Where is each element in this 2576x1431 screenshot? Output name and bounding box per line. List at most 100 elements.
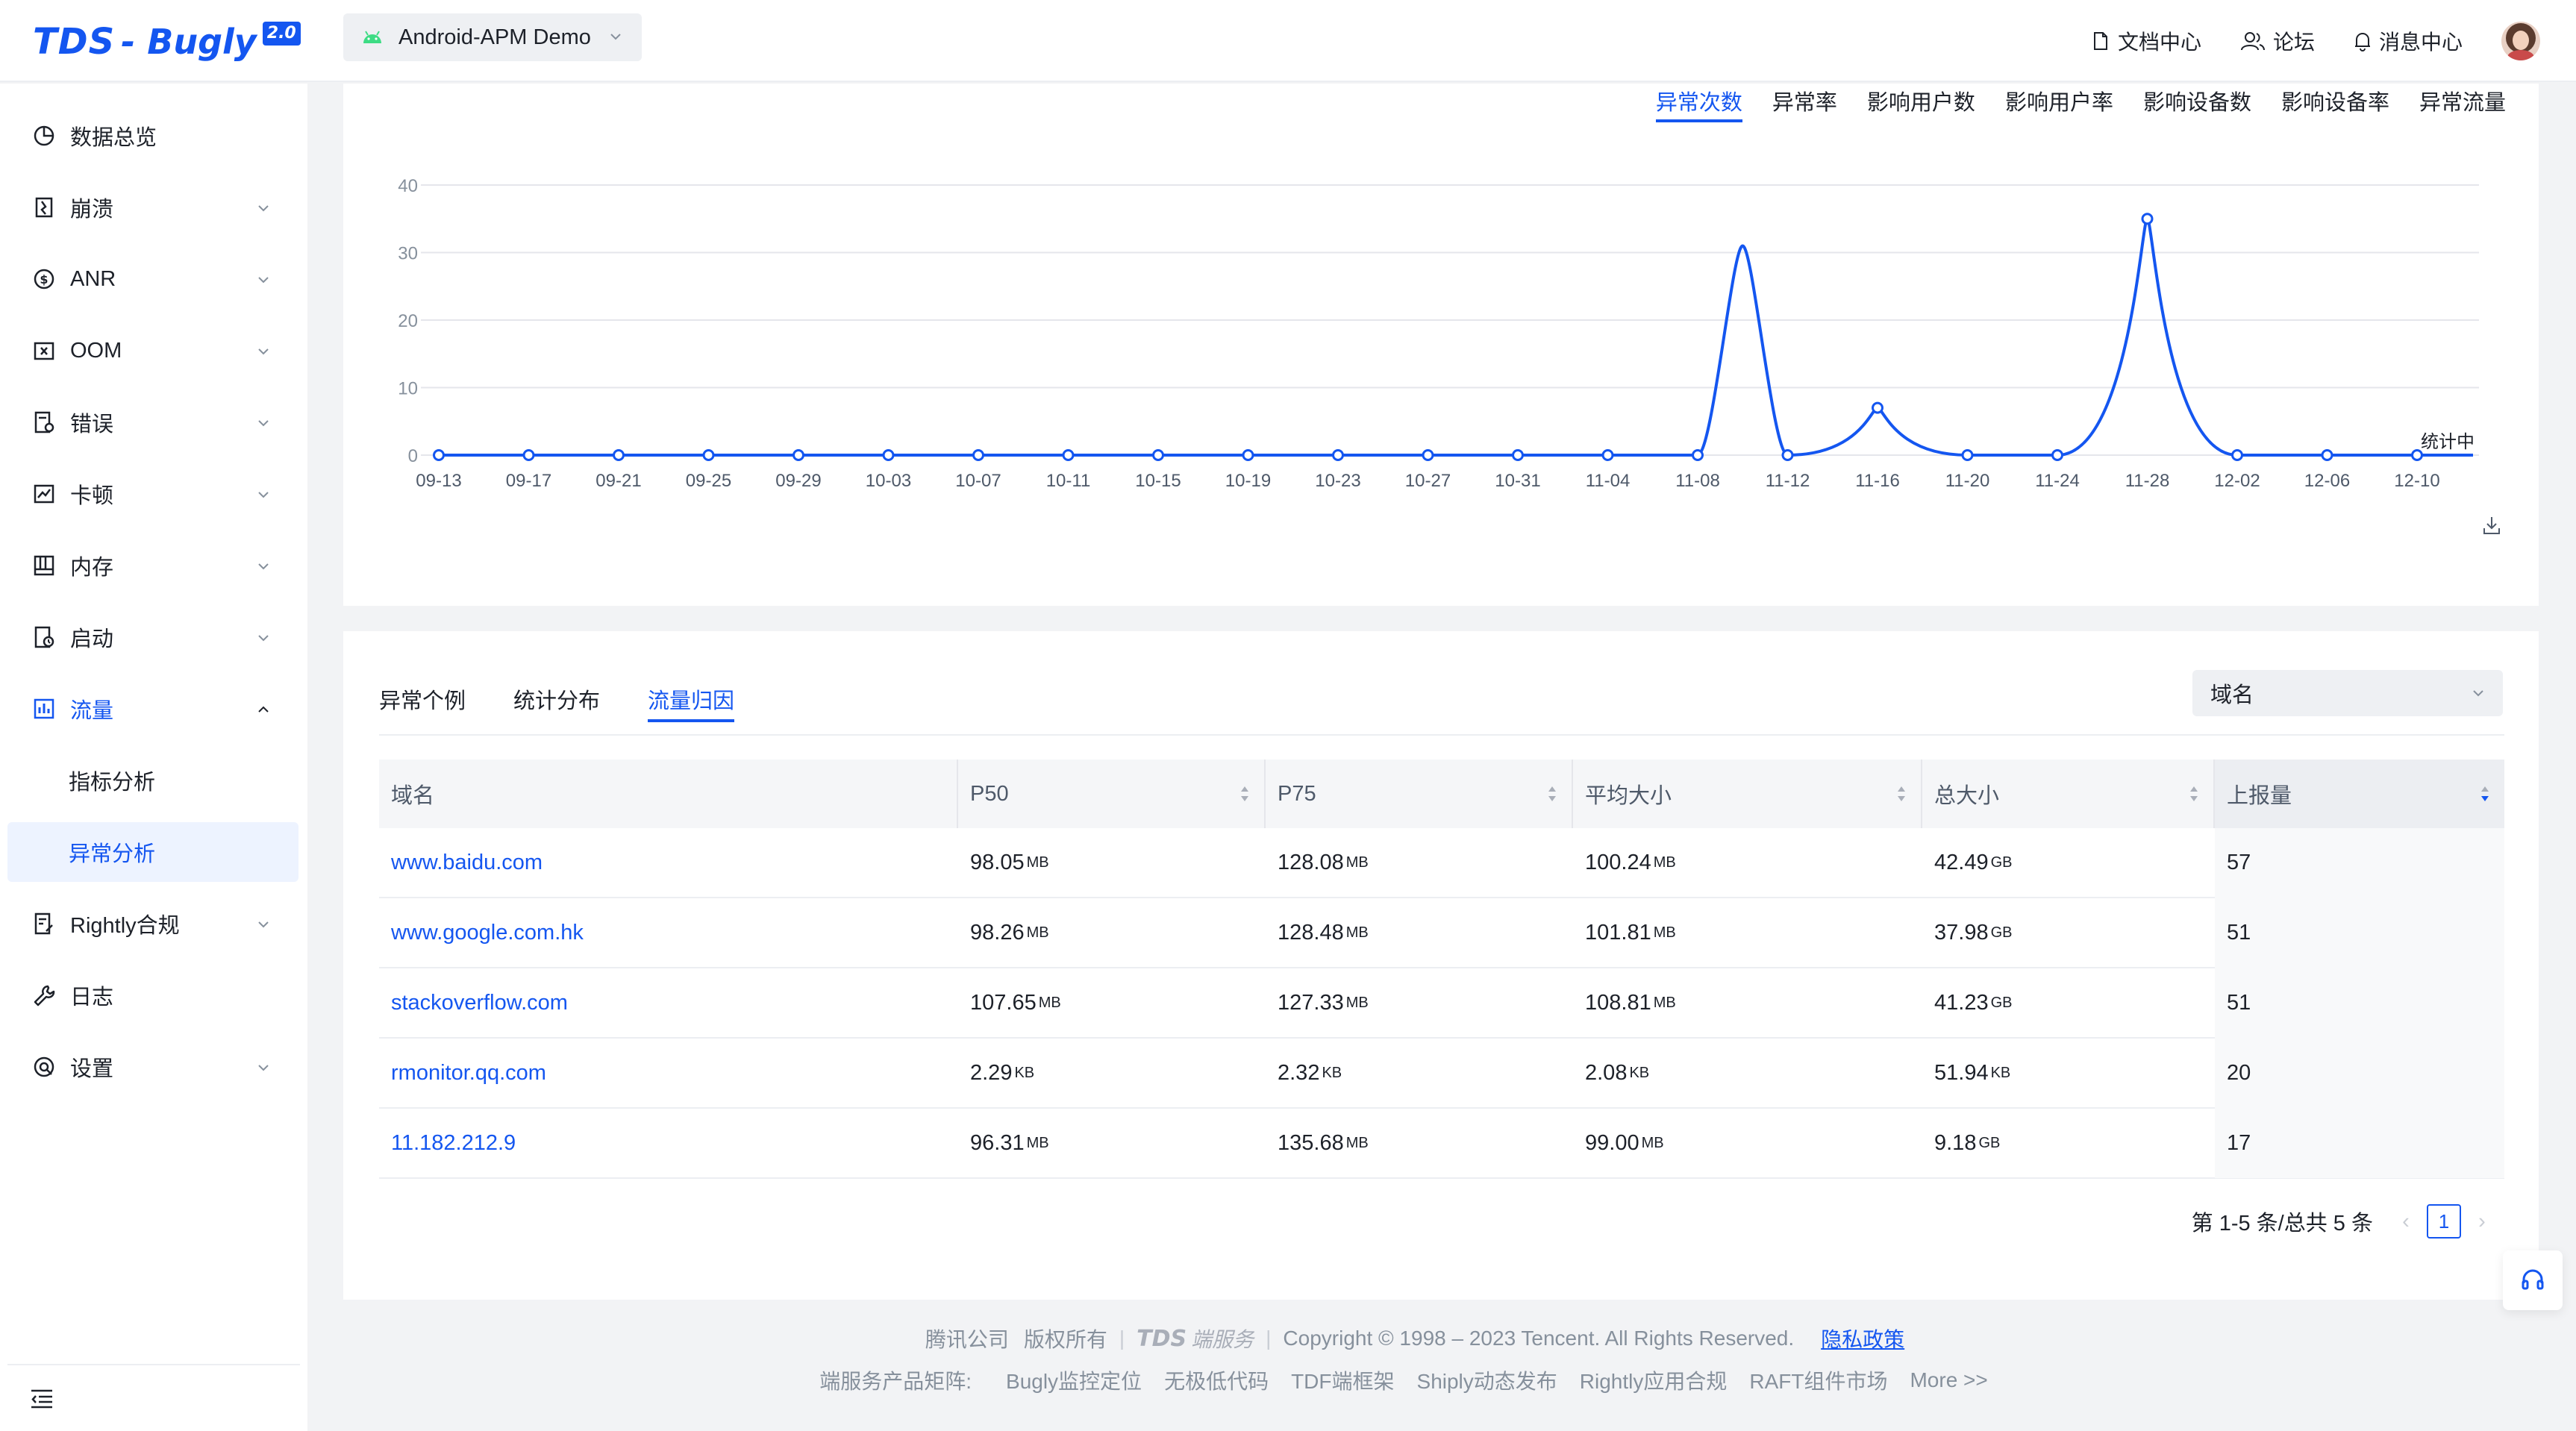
sidebar-item-label: 设置 <box>70 1057 114 1081</box>
table-row[interactable]: stackoverflow.com 107.65 MB 127.33 MB 108.81 M… <box>379 968 2504 1039</box>
cell-p75-unit: MB <box>1345 924 1369 941</box>
column-header-p75[interactable]: P75 <box>1266 760 1573 828</box>
footer-matrix-label: 端服务产品矩阵: <box>819 1370 972 1393</box>
page-button-1[interactable]: 1 <box>2427 1204 2461 1239</box>
column-header-avg-size[interactable]: 平均大小 <box>1573 760 1922 828</box>
support-button[interactable] <box>2503 1250 2563 1310</box>
footer-more-link[interactable]: More >> <box>1910 1368 1987 1392</box>
cell-total-size-unit: GB <box>1990 854 2013 871</box>
docs-link[interactable]: 文档中心 <box>2091 26 2201 56</box>
sidebar-item-overview[interactable]: 数据总览 <box>0 106 307 166</box>
logo[interactable]: TDS - Bugly 2.0 <box>33 19 301 64</box>
tab-cases[interactable]: 异常个例 <box>379 683 466 722</box>
cell-report-count: 51 <box>2215 968 2504 1038</box>
error-icon <box>34 411 54 433</box>
cell-avg-size: 2.08 KB <box>1573 1038 1922 1108</box>
chevron-down-icon <box>258 277 269 284</box>
footer-product-link[interactable]: TDF端框架 <box>1291 1365 1394 1395</box>
sort-icon <box>1548 786 1556 801</box>
footer-product-link[interactable]: Shiply动态发布 <box>1417 1365 1557 1395</box>
messages-link[interactable]: 消息中心 <box>2354 26 2463 56</box>
cell-domain-value: stackoverflow.com <box>391 990 568 1015</box>
docs-link-label: 文档中心 <box>2117 31 2201 54</box>
chevron-down-icon <box>258 348 269 355</box>
cell-p50: 107.65 MB <box>958 968 1266 1038</box>
footer-product-link[interactable]: RAFT组件市场 <box>1749 1365 1887 1395</box>
tab-attribution[interactable]: 流量归因 <box>648 683 735 722</box>
y-tick-label: 30 <box>398 244 418 264</box>
cell-p75-value: 2.32 <box>1278 1060 1320 1085</box>
cell-total-size-unit: KB <box>1990 1064 2011 1081</box>
cell-domain[interactable]: www.baidu.com <box>379 827 958 898</box>
table-row[interactable]: 11.182.212.9 96.31 MB 135.68 MB 99.00 MB 9.18 GB… <box>379 1108 2504 1179</box>
footer-product-link[interactable]: Rightly应用合规 <box>1580 1365 1728 1395</box>
cell-domain[interactable]: www.google.com.hk <box>379 898 958 968</box>
app-selector[interactable]: Android-APM Demo <box>343 13 642 61</box>
top-bar: TDS - Bugly 2.0 Android-APM Demo 文档中心 论坛… <box>0 0 2576 82</box>
dimension-select[interactable]: 域名 <box>2192 670 2503 716</box>
footer-product-link[interactable]: 无极低代码 <box>1164 1365 1269 1395</box>
cell-report-count: 17 <box>2215 1108 2504 1178</box>
sidebar-item-launch[interactable]: 启动 <box>0 607 307 667</box>
sidebar-item-traffic[interactable]: 流量 <box>0 679 307 739</box>
sidebar-subitem-anomaly[interactable]: 异常分析 <box>7 822 298 882</box>
memory-icon <box>34 555 54 576</box>
x-tick-label: 10-07 <box>955 471 1001 491</box>
column-header-report-count[interactable]: 上报量 <box>2215 760 2504 828</box>
chevron-down-icon <box>258 1065 269 1071</box>
data-point <box>1512 449 1524 461</box>
column-header-total-size[interactable]: 总大小 <box>1922 760 2215 828</box>
cell-total-size-value: 41.23 <box>1934 990 1989 1015</box>
sidebar-item-log[interactable]: 日志 <box>0 965 307 1025</box>
sidebar-item-anr[interactable]: $ ANR <box>0 249 307 309</box>
cell-domain-value: www.google.com.hk <box>391 920 584 945</box>
table-row[interactable]: www.google.com.hk 98.26 MB 128.48 MB 101.81 MB… <box>379 898 2504 968</box>
cell-total-size: 9.18 GB <box>1922 1108 2215 1178</box>
cell-p50-unit: MB <box>1026 854 1049 871</box>
privacy-link[interactable]: 隐私政策 <box>1821 1324 1904 1353</box>
sidebar-item-compliance[interactable]: Rightly合规 <box>0 894 307 954</box>
avatar[interactable] <box>2501 22 2540 60</box>
sidebar-item-memory[interactable]: 内存 <box>0 536 307 595</box>
data-point <box>2051 449 2063 461</box>
sidebar-item-lag[interactable]: 卡顿 <box>0 464 307 524</box>
chevron-down-icon <box>258 205 269 212</box>
footer-product-link[interactable]: Bugly监控定位 <box>1006 1365 1142 1395</box>
table-row[interactable]: rmonitor.qq.com 2.29 KB 2.32 KB 2.08 KB 51.94 KB… <box>379 1038 2504 1109</box>
tab-distribution[interactable]: 统计分布 <box>513 683 600 722</box>
app-name: Android-APM Demo <box>398 25 591 49</box>
sidebar-item-error[interactable]: 错误 <box>0 392 307 452</box>
chevron-down-icon <box>2473 690 2483 697</box>
forum-link-label: 论坛 <box>2272 31 2315 54</box>
forum-link[interactable]: 论坛 <box>2240 26 2315 56</box>
cell-p50: 98.26 MB <box>958 898 1266 968</box>
prev-page-icon[interactable]: ‹ <box>2391 1209 2421 1234</box>
chevron-down-icon <box>258 420 269 427</box>
cell-domain[interactable]: rmonitor.qq.com <box>379 1038 958 1108</box>
x-tick-label: 11-04 <box>1586 471 1631 491</box>
column-header-p50[interactable]: P50 <box>958 760 1266 828</box>
cell-p75-value: 128.08 <box>1278 850 1344 874</box>
x-tick-label: 11-08 <box>1675 471 1720 491</box>
data-point <box>1332 449 1344 461</box>
next-page-icon[interactable]: › <box>2467 1209 2497 1234</box>
download-icon[interactable] <box>2482 515 2501 536</box>
sidebar-subitem-metrics[interactable]: 指标分析 <box>7 751 298 810</box>
sidebar-item-settings[interactable]: 设置 <box>0 1037 307 1097</box>
cell-domain[interactable]: stackoverflow.com <box>379 968 958 1038</box>
sidebar-item-crash[interactable]: 崩溃 <box>0 178 307 237</box>
cell-p50-value: 96.31 <box>970 1130 1025 1155</box>
data-point <box>972 449 984 461</box>
sidebar-item-label: 流量 <box>70 699 114 723</box>
sidebar-item-label: 卡顿 <box>70 484 114 508</box>
cell-domain-value: rmonitor.qq.com <box>391 1060 546 1085</box>
cell-domain[interactable]: 11.182.212.9 <box>379 1108 958 1178</box>
table-row[interactable]: www.baidu.com 98.05 MB 128.08 MB 100.24 MB 42.4… <box>379 827 2504 898</box>
logo-version: 2.0 <box>262 22 301 46</box>
data-point <box>1601 449 1614 461</box>
cell-p75: 135.68 MB <box>1266 1108 1573 1178</box>
dimension-select-value: 域名 <box>2210 683 2254 707</box>
data-point <box>433 449 445 461</box>
sidebar-item-oom[interactable]: OOM <box>0 321 307 381</box>
cell-p50-value: 98.05 <box>970 850 1025 874</box>
